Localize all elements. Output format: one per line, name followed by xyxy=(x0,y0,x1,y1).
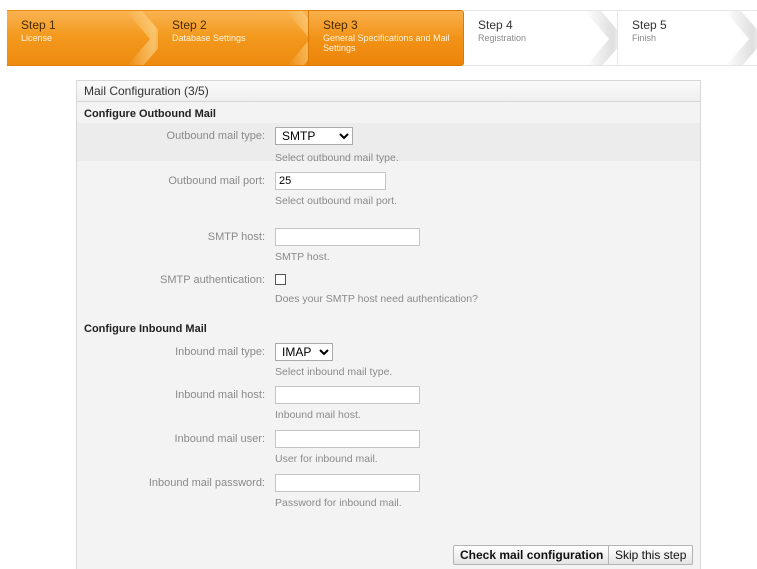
smtp-authentication-label: SMTP authentication: xyxy=(160,274,265,286)
inbound-mail-password-input[interactable] xyxy=(275,474,420,492)
smtp-host-label: SMTP host: xyxy=(207,231,265,243)
inbound-mail-host-input[interactable] xyxy=(275,386,420,404)
inbound-mail-user-label: Inbound mail user: xyxy=(174,433,266,445)
wizard-step-3[interactable]: Step 3 General Specifications and Mail S… xyxy=(308,10,464,66)
panel-title: Mail Configuration (3/5) xyxy=(77,81,700,102)
outbound-section-title: Configure Outbound Mail xyxy=(84,108,216,120)
inbound-mail-user-hint: User for inbound mail. xyxy=(275,453,378,465)
inbound-mail-type-select[interactable]: IMAP xyxy=(275,343,333,361)
step-label: General Specifications and Mail Settings xyxy=(323,33,450,53)
step-label: Database Settings xyxy=(172,33,246,43)
step-label: Finish xyxy=(632,33,657,43)
inbound-section-title: Configure Inbound Mail xyxy=(84,323,207,335)
outbound-mail-type-hint: Select outbound mail type. xyxy=(275,152,399,164)
outbound-mail-port-hint: Select outbound mail port. xyxy=(275,195,397,207)
smtp-host-input[interactable] xyxy=(275,228,420,246)
outbound-mail-type-select[interactable]: SMTP xyxy=(275,127,353,145)
wizard-step-5: Step 5 Finish xyxy=(617,10,757,66)
inbound-mail-password-hint: Password for inbound mail. xyxy=(275,497,402,509)
wizard-step-2[interactable]: Step 2 Database Settings xyxy=(158,10,318,66)
inbound-mail-type-label: Inbound mail type: xyxy=(175,346,265,358)
inbound-mail-user-input[interactable] xyxy=(275,430,420,448)
inbound-mail-password-label: Inbound mail password: xyxy=(148,477,265,489)
wizard-steps: Step 1 License Step 2 Database Settings … xyxy=(7,10,757,66)
wizard-step-1[interactable]: Step 1 License xyxy=(7,10,158,66)
outbound-mail-type-label: Outbound mail type: xyxy=(166,130,265,142)
inbound-mail-host-label: Inbound mail host: xyxy=(175,389,265,401)
outbound-mail-port-label: Outbound mail port: xyxy=(168,175,265,187)
step-label: License xyxy=(21,33,53,43)
inbound-mail-host-hint: Inbound mail host. xyxy=(275,409,361,421)
smtp-host-hint: SMTP host. xyxy=(275,251,330,263)
smtp-authentication-checkbox[interactable] xyxy=(275,274,286,285)
step-number: Step 3 xyxy=(323,18,358,32)
inbound-mail-type-hint: Select inbound mail type. xyxy=(275,366,393,378)
smtp-authentication-hint: Does your SMTP host need authentication? xyxy=(275,293,478,305)
wizard-step-4: Step 4 Registration xyxy=(464,10,617,66)
skip-step-button[interactable]: Skip this step xyxy=(608,545,694,565)
check-mail-configuration-button[interactable]: Check mail configuration xyxy=(453,545,611,565)
mail-configuration-panel: Mail Configuration (3/5) Configure Outbo… xyxy=(76,80,701,569)
outbound-mail-port-input[interactable] xyxy=(275,172,386,190)
step-label: Registration xyxy=(478,33,527,43)
